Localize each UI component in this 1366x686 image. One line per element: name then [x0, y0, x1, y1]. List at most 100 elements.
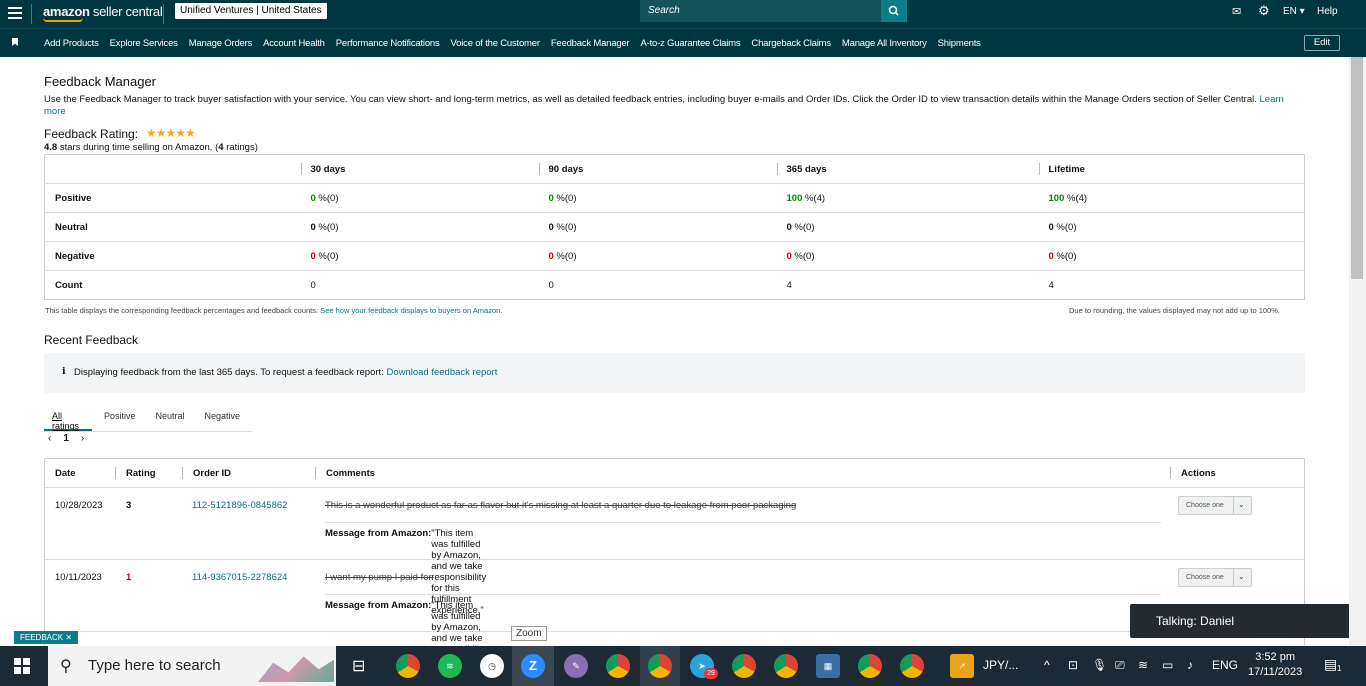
nav-item-shipments[interactable]: Shipments	[938, 38, 981, 49]
action-select-label: Choose one	[1186, 502, 1224, 509]
notification-center-icon[interactable]: ▤	[1324, 656, 1337, 673]
feedback-tab-button[interactable]: FEEDBACK ✕	[14, 631, 79, 644]
row-divider	[325, 522, 1161, 523]
next-page-button[interactable]: ›	[81, 433, 84, 444]
order-id-link[interactable]: 112-5121896-0845862	[192, 500, 287, 511]
metrics-count: %(0)	[553, 221, 577, 233]
metrics-col-header: 365 days	[776, 155, 1039, 184]
metrics-cell: 100 %(4)	[776, 183, 1039, 213]
chrome-profile-icon[interactable]	[606, 654, 630, 678]
chrome-icon[interactable]	[396, 654, 420, 678]
info-banner: i Displaying feedback from the last 365 …	[44, 353, 1305, 393]
header-divider	[163, 4, 164, 24]
page-scrollbar[interactable]	[1349, 57, 1366, 646]
row-comment: I want my pump I paid for.	[325, 572, 434, 583]
col-divider	[1170, 467, 1171, 479]
task-view-icon[interactable]: ⊟	[352, 656, 365, 676]
download-report-link[interactable]: Download feedback report	[386, 367, 497, 378]
taskbar-search-input[interactable]: ⚲ Type here to search	[48, 646, 336, 686]
table-row: 10/11/2023 1 114-9367015-2278624 I want …	[45, 560, 1304, 646]
metrics-count: %(4)	[802, 192, 826, 204]
mail-icon[interactable]: ✉	[1232, 5, 1241, 18]
metrics-cell: 4	[1038, 270, 1305, 300]
chrome-profile-icon[interactable]	[732, 654, 756, 678]
tab-neutral[interactable]: Neutral	[147, 406, 192, 431]
bookmark-icon[interactable]	[12, 38, 18, 46]
logo-prefix: amazon	[43, 4, 90, 19]
chevron-down-icon: ⌄	[1238, 572, 1245, 581]
metrics-cell: 0	[300, 270, 539, 300]
feedback-table: Date Rating Order ID Comments Actions 10…	[44, 458, 1305, 646]
nav-item-voice-of-customer[interactable]: Voice of the Customer	[451, 38, 540, 49]
system-clock[interactable]: 3:52 pm 17/11/2023	[1248, 650, 1302, 680]
metrics-count: %(0)	[553, 192, 577, 204]
nav-item-manage-inventory[interactable]: Manage All Inventory	[842, 38, 927, 49]
nav-items: Add Products Explore Services Manage Ord…	[44, 38, 992, 49]
account-switcher[interactable]: Unified Ventures | United States	[175, 3, 327, 19]
microphone-icon[interactable]: 🎙	[1092, 658, 1107, 672]
amazon-message: Message from Amazon: "This item was fulf…	[325, 528, 486, 616]
rating-value: 4.8	[44, 142, 58, 153]
metrics-cell: 0 %(0)	[300, 241, 539, 271]
nav-item-add-products[interactable]: Add Products	[44, 38, 99, 49]
chrome-profile-l-icon[interactable]	[774, 654, 798, 678]
chrome-profile-m-icon[interactable]	[648, 654, 672, 678]
clock-time: 3:52 pm	[1255, 651, 1295, 663]
nav-item-explore-services[interactable]: Explore Services	[110, 38, 178, 49]
calculator-icon[interactable]: ▦	[816, 654, 840, 678]
tab-negative[interactable]: Negative	[196, 406, 248, 431]
help-link[interactable]: Help	[1317, 6, 1338, 17]
feedback-display-link[interactable]: See how your feedback displays to buyers…	[320, 306, 502, 315]
order-id-link[interactable]: 114-9367015-2278624	[192, 572, 287, 583]
tab-positive[interactable]: Positive	[96, 406, 144, 431]
metrics-cell: 0 %(0)	[300, 183, 539, 213]
chrome-profile-s-icon[interactable]	[858, 654, 882, 678]
search-icon	[888, 5, 899, 16]
rating-text-end: ratings)	[223, 142, 258, 153]
metrics-row-label: Count	[44, 270, 301, 300]
nav-item-chargeback-claims[interactable]: Chargeback Claims	[751, 38, 831, 49]
metrics-row-negative: Negative 0 %(0) 0 %(0) 0 %(0) 0 %(0)	[44, 241, 1305, 271]
rating-text: stars during time selling on Amazon. (	[57, 142, 219, 153]
meet-now-icon[interactable]: ⊡	[1068, 658, 1078, 672]
scrollbar-thumb[interactable]	[1351, 57, 1363, 279]
metrics-cell: 0 %(0)	[538, 212, 777, 242]
action-select[interactable]: Choose one ⌄	[1178, 568, 1252, 587]
zoom-app-icon[interactable]: Z	[521, 654, 545, 678]
feedback-table-header: Date Rating Order ID Comments Actions	[45, 459, 1304, 488]
nav-item-manage-orders[interactable]: Manage Orders	[189, 38, 253, 49]
forex-widget-icon[interactable]: ↗	[950, 654, 974, 678]
wifi-icon[interactable]: ≋	[1138, 658, 1148, 672]
paint-icon[interactable]: ✎	[564, 654, 588, 678]
volume-icon[interactable]: ♪	[1187, 658, 1193, 672]
spotify-icon[interactable]: ≋	[438, 654, 462, 678]
battery-icon[interactable]: ▭	[1162, 658, 1173, 672]
chrome-profile-r-icon[interactable]	[900, 654, 924, 678]
nav-item-performance-notifications[interactable]: Performance Notifications	[336, 38, 440, 49]
menu-icon[interactable]	[8, 7, 22, 21]
gear-icon[interactable]: ⚙	[1258, 3, 1270, 19]
edit-nav-button[interactable]: Edit	[1304, 35, 1340, 51]
chevron-up-icon[interactable]: ^	[1044, 658, 1050, 672]
col-order-id: Order ID	[193, 468, 232, 479]
prev-page-button[interactable]: ‹	[48, 433, 51, 444]
nav-item-a-to-z-claims[interactable]: A-to-z Guarantee Claims	[640, 38, 740, 49]
nav-item-feedback-manager[interactable]: Feedback Manager	[551, 38, 630, 49]
currency-widget[interactable]: JPY/...	[983, 658, 1018, 672]
metrics-count: %(0)	[315, 221, 339, 233]
nav-item-account-health[interactable]: Account Health	[263, 38, 325, 49]
page-number[interactable]: 1	[63, 433, 69, 444]
search-input[interactable]: Search	[640, 0, 881, 22]
input-language[interactable]: ENG	[1212, 658, 1238, 672]
tab-all-ratings[interactable]: All ratings	[44, 406, 92, 431]
action-select[interactable]: Choose one ⌄	[1178, 496, 1252, 515]
windows-start-icon[interactable]	[14, 658, 30, 674]
display-icon[interactable]: ⎚	[1115, 658, 1125, 673]
row-comment: This is a wonderful product as far as fl…	[325, 500, 797, 511]
language-select[interactable]: EN ▾	[1283, 6, 1305, 17]
col-actions: Actions	[1181, 468, 1216, 479]
clock-app-icon[interactable]: ◷	[480, 654, 504, 678]
amazon-seller-central-logo[interactable]: amazon seller central	[43, 4, 163, 22]
rating-summary: 4.8 stars during time selling on Amazon.…	[44, 142, 258, 153]
search-button[interactable]	[881, 0, 907, 22]
